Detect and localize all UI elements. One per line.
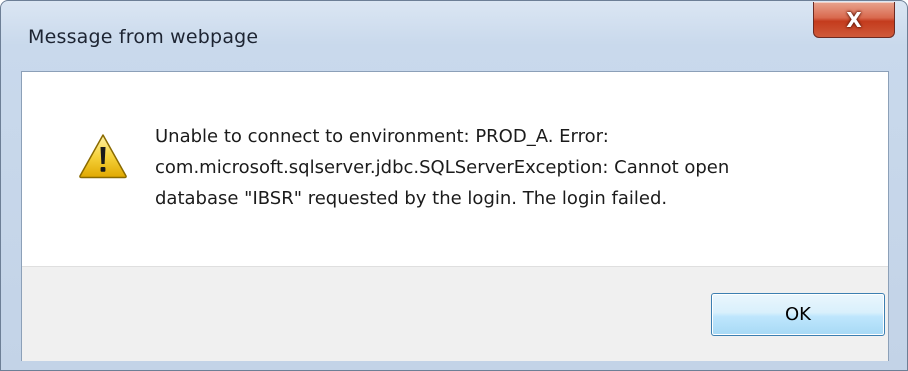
error-message: Unable to connect to environment: PROD_A…	[155, 121, 855, 214]
warning-icon	[79, 134, 127, 179]
message-dialog: Message from webpage X Unable to connect…	[0, 0, 908, 371]
message-line: com.microsoft.sqlserver.jdbc.SQLServerEx…	[155, 157, 730, 178]
title-bar[interactable]: Message from webpage X	[1, 1, 907, 71]
close-button[interactable]: X	[813, 2, 895, 38]
close-icon: X	[846, 7, 862, 32]
message-line: database "IBSR" requested by the login. …	[155, 188, 668, 209]
button-area: OK	[22, 266, 888, 361]
ok-button[interactable]: OK	[711, 293, 885, 336]
dialog-title: Message from webpage	[28, 26, 259, 48]
dialog-body: Unable to connect to environment: PROD_A…	[21, 71, 889, 361]
message-line: Unable to connect to environment: PROD_A…	[155, 126, 609, 147]
message-area: Unable to connect to environment: PROD_A…	[22, 72, 888, 266]
